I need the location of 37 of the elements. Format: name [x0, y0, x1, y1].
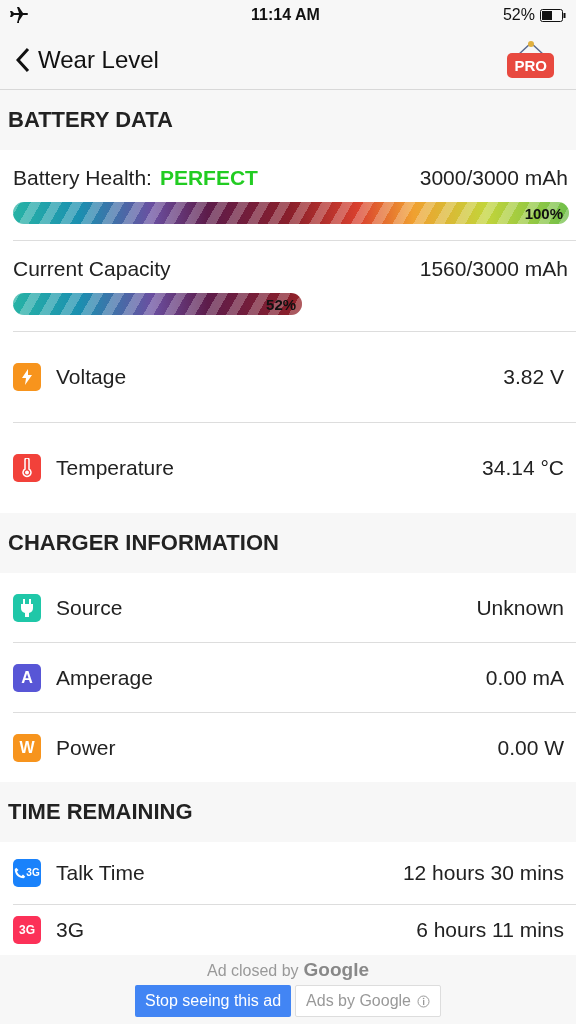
row-value: Unknown: [476, 595, 564, 620]
status-time: 11:14 AM: [251, 6, 320, 24]
lightning-bolt-icon: [21, 369, 33, 385]
info-icon: [417, 994, 430, 1008]
meter-reading: 1560/3000 mAh: [419, 257, 568, 281]
airplane-icon: [10, 7, 28, 23]
letter-icon: W: [19, 738, 35, 757]
chevron-left-icon: [16, 46, 30, 73]
thermometer-icon: [21, 458, 33, 478]
meter-percent: 100%: [524, 204, 563, 222]
ad-closed-text: Ad closed by: [206, 962, 299, 980]
plug-icon: [20, 598, 34, 617]
row-label: Power: [56, 735, 116, 760]
stop-ad-button[interactable]: Stop seeing this ad: [134, 985, 292, 1017]
letter-icon: A: [21, 668, 33, 687]
letter-icon: 3G: [19, 923, 35, 937]
row-value: 0.00 W: [497, 735, 564, 760]
row-value: 6 hours 11 mins: [416, 918, 564, 942]
meter-reading: 3000/3000 mAh: [419, 166, 568, 190]
row-label: Voltage: [56, 365, 127, 389]
row-value: 12 hours 30 mins: [402, 861, 564, 885]
row-label: Source: [56, 595, 123, 620]
meter-percent: 52%: [266, 295, 297, 313]
row-label: Temperature: [56, 456, 174, 480]
back-button[interactable]: Wear Level: [16, 45, 159, 74]
battery-percent: 52%: [502, 6, 535, 24]
battery-icon: [540, 8, 566, 22]
row-value: 0.00 mA: [485, 665, 564, 690]
meter-label: Current Capacity: [13, 257, 171, 281]
brand-text: Google: [303, 959, 370, 981]
row-label: 3G: [56, 918, 84, 942]
ads-by-button[interactable]: Ads by Google: [295, 985, 441, 1017]
row-value: 3.82 V: [503, 365, 564, 389]
row-label: Talk Time: [56, 861, 145, 885]
meter-label: Battery Health: PERFECT: [13, 166, 258, 190]
row-value: 34.14 °C: [482, 456, 564, 480]
row-label: Amperage: [56, 665, 153, 690]
